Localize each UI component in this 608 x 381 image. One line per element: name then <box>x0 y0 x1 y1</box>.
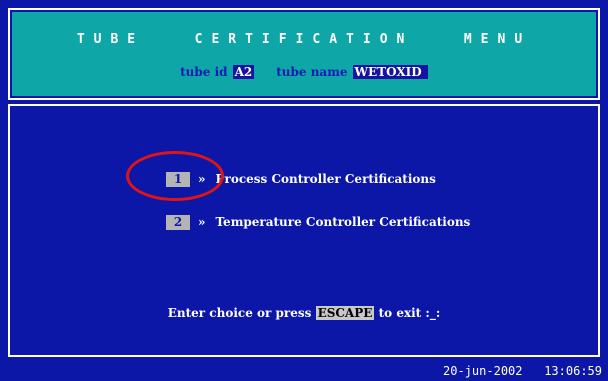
menu-option-temperature-controller[interactable]: 2 » Temperature Controller Certification… <box>166 214 470 230</box>
option-number-2[interactable]: 2 <box>166 214 190 230</box>
option-label-process-controller[interactable]: Process Controller Certifications <box>216 172 436 186</box>
status-time: 13:06:59 <box>544 364 602 378</box>
prompt-text-before: Enter choice or press <box>167 306 312 320</box>
tube-info-line: tube id A2 tube name WETOXID <box>0 65 608 79</box>
menu-title: TUBE CERTIFICATION MENU <box>76 32 532 47</box>
tube-name-value: WETOXID <box>352 65 428 79</box>
tube-id-label: tube id <box>180 65 228 79</box>
status-bar: 20-jun-2002 13:06:59 <box>443 364 602 378</box>
tube-name-label: tube name <box>276 65 348 79</box>
red-annotation-circle <box>126 151 224 201</box>
status-date: 20-jun-2002 <box>443 364 523 378</box>
header-panel <box>12 12 596 96</box>
escape-key-label: ESCAPE <box>315 306 375 320</box>
prompt-input-field[interactable]: to exit :_: <box>379 306 441 320</box>
terminal-screen: TUBE CERTIFICATION MENU tube id A2 tube na… <box>0 0 608 381</box>
tube-id-value: A2 <box>232 65 255 79</box>
option-arrow: » <box>198 215 206 229</box>
option-label-temperature-controller[interactable]: Temperature Controller Certifications <box>216 215 471 229</box>
choice-prompt: Enter choice or press ESCAPE to exit :_: <box>0 306 608 320</box>
